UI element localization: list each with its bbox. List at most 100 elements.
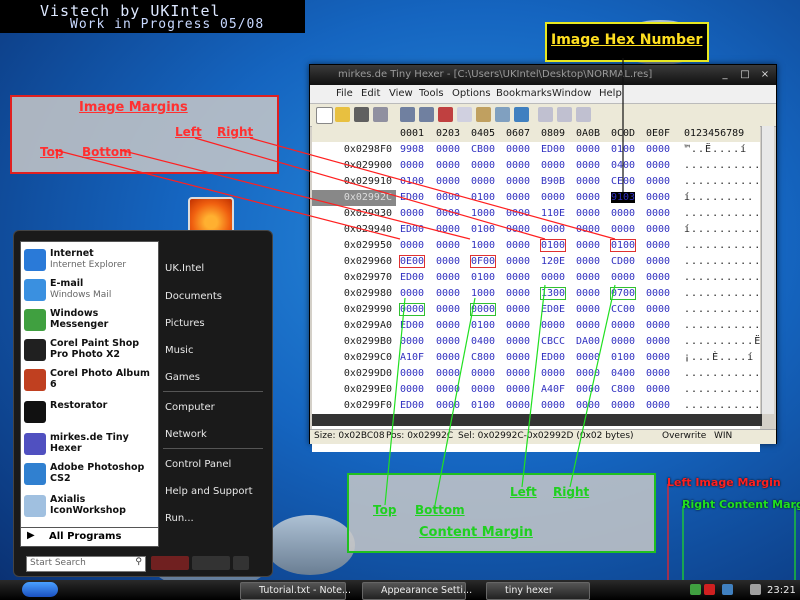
security-icon[interactable] xyxy=(704,584,715,595)
menu-run[interactable]: Run... xyxy=(165,513,194,524)
hex-cell[interactable]: 0000 xyxy=(400,288,424,299)
hex-cell[interactable]: 0100 xyxy=(471,272,495,283)
hex-cell[interactable]: 0000 xyxy=(506,352,530,363)
hex-cell[interactable]: ED00 xyxy=(400,400,424,411)
hex-cell[interactable]: 0000 xyxy=(646,320,670,331)
hex-cell[interactable]: 0000 xyxy=(576,400,600,411)
hex-cell[interactable]: 0000 xyxy=(506,384,530,395)
hex-cell[interactable]: 0000 xyxy=(506,320,530,331)
hex-cell[interactable]: 0000 xyxy=(506,144,530,155)
hex-cell[interactable]: 0000 xyxy=(506,336,530,347)
menu-network[interactable]: Network xyxy=(165,429,207,440)
hex-cell[interactable]: DA00 xyxy=(576,336,600,347)
pinned-program-item[interactable]: Adobe Photoshop CS2 xyxy=(21,460,158,488)
hex-cell[interactable]: 0000 xyxy=(611,272,635,283)
hex-cell[interactable]: 0000 xyxy=(541,224,565,235)
pinned-program-item[interactable]: Axialis IconWorkshop xyxy=(21,492,158,520)
table-row[interactable]: 0x0299B0 0000 0000 0400 0000 CBCC DA00 0000 0000… xyxy=(312,334,760,350)
volume-icon[interactable] xyxy=(750,584,761,595)
hex-cell[interactable]: 0000 xyxy=(436,240,460,251)
hex-cell[interactable]: A10F xyxy=(400,352,424,363)
menu-pictures[interactable]: Pictures xyxy=(165,318,205,329)
hex-cell[interactable]: 0100 xyxy=(471,192,495,203)
table-row[interactable]: 0x0299E0 0000 0000 0000 0000 A40F 0000 C800 0000… xyxy=(312,382,760,398)
cut-icon[interactable] xyxy=(438,107,453,122)
hex-cell[interactable]: 0000 xyxy=(646,256,670,267)
hex-cell[interactable]: 0000 xyxy=(541,368,565,379)
table-row[interactable]: 0x0299F0 ED00 0000 0100 0000 0000 0000 0000 0000… xyxy=(312,398,760,414)
hex-cell[interactable]: 0000 xyxy=(471,160,495,171)
hex-cell[interactable]: 0000 xyxy=(576,352,600,363)
table-row[interactable]: 0x0299C0 A10F 0000 C800 0000 ED00 0000 0100 0000… xyxy=(312,350,760,366)
hex-cell[interactable]: 120E xyxy=(541,256,565,267)
hex-cell[interactable]: 0000 xyxy=(541,400,565,411)
close-icon[interactable]: × xyxy=(756,68,774,81)
hex-cell[interactable]: 0000 xyxy=(576,320,600,331)
hex-cell[interactable]: 0000 xyxy=(436,144,460,155)
hex-cell[interactable]: 0000 xyxy=(646,176,670,187)
hex-cell[interactable]: 1300 xyxy=(539,287,567,300)
vertical-scrollbar[interactable] xyxy=(761,126,774,414)
pinned-program-item[interactable]: mirkes.de Tiny Hexer xyxy=(21,430,158,458)
hex-cell[interactable]: 0000 xyxy=(611,224,635,235)
hex-cell[interactable]: 0000 xyxy=(506,240,530,251)
horizontal-scrollbar[interactable] xyxy=(312,414,762,426)
task-notepad[interactable]: Tutorial.txt - Note... xyxy=(240,582,351,600)
hex-cell[interactable]: 0000 xyxy=(541,192,565,203)
table-row[interactable]: 0x029930 0000 0000 1000 0000 110E 0000 0000 0000… xyxy=(312,206,760,222)
hex-cell[interactable]: 1000 xyxy=(471,288,495,299)
hex-cell[interactable]: 0000 xyxy=(436,192,460,203)
save-icon[interactable] xyxy=(354,107,369,122)
hex-cell[interactable]: 0000 xyxy=(576,176,600,187)
hex-cell[interactable]: CB00 xyxy=(471,144,495,155)
menu-games[interactable]: Games xyxy=(165,372,200,383)
undo-icon[interactable] xyxy=(400,107,415,122)
table-row[interactable]: 0x02992C ED00 0000 0100 0000 0000 0000 9103 0000… xyxy=(312,190,760,206)
print-icon[interactable] xyxy=(373,107,388,122)
menu-music[interactable]: Music xyxy=(165,345,193,356)
pinned-program-item[interactable]: Internet Internet Explorer xyxy=(21,246,158,274)
hex-cell[interactable]: 0000 xyxy=(576,304,600,315)
hex-cell[interactable]: ED00 xyxy=(541,144,565,155)
view-icon[interactable] xyxy=(538,107,553,122)
hex-cell[interactable]: 0000 xyxy=(400,336,424,347)
hex-cell[interactable]: 0100 xyxy=(609,239,637,252)
hex-cell[interactable]: 0000 xyxy=(506,272,530,283)
hex-cell[interactable]: 0000 xyxy=(436,224,460,235)
menu-documents[interactable]: Documents xyxy=(165,291,222,302)
hex-cell[interactable]: 0000 xyxy=(611,320,635,331)
hex-cell[interactable]: 0000 xyxy=(576,384,600,395)
hex-cell[interactable]: ED0E xyxy=(541,304,565,315)
hex-cell[interactable]: 0000 xyxy=(471,368,495,379)
hex-cell[interactable]: 0000 xyxy=(436,256,460,267)
table-row[interactable]: 0x029970 ED00 0000 0100 0000 0000 0000 0000 0000… xyxy=(312,270,760,286)
hex-cell[interactable]: 0100 xyxy=(611,352,635,363)
table-row[interactable]: 0x029960 0E00 0000 0F00 0000 120E 0000 CD00 0000… xyxy=(312,254,760,270)
hex-cell[interactable]: 0000 xyxy=(471,384,495,395)
hex-cell[interactable]: 9103 xyxy=(611,192,636,203)
hex-cell[interactable]: 0000 xyxy=(541,160,565,171)
lock-button[interactable] xyxy=(192,556,230,570)
pinned-program-item[interactable]: Corel Paint Shop Pro Photo X2 xyxy=(21,336,158,364)
hex-cell[interactable]: 0000 xyxy=(436,272,460,283)
hex-cell[interactable]: CBCC xyxy=(541,336,565,347)
hex-cell[interactable]: 0E00 xyxy=(398,255,426,268)
minimize-icon[interactable]: _ xyxy=(716,68,734,81)
hex-cell[interactable]: A40F xyxy=(541,384,565,395)
hex-cell[interactable]: 0000 xyxy=(646,288,670,299)
hexer-titlebar[interactable]: mirkes.de Tiny Hexer - [C:\Users\UKIntel… xyxy=(310,65,776,85)
hex-cell[interactable]: 0000 xyxy=(646,192,670,203)
arrow-button[interactable] xyxy=(233,556,249,570)
goto-icon[interactable] xyxy=(514,107,529,122)
hex-cell[interactable]: 0000 xyxy=(506,256,530,267)
clock[interactable]: 23:21 xyxy=(767,585,796,596)
hex-cell[interactable]: 0100 xyxy=(471,224,495,235)
hex-cell[interactable]: 0000 xyxy=(506,224,530,235)
menu-bookmarks[interactable]: Bookmarks xyxy=(496,88,552,99)
hex-cell[interactable]: 0000 xyxy=(646,224,670,235)
table-row[interactable]: 0x029940 ED00 0000 0100 0000 0000 0000 0000 0000… xyxy=(312,222,760,238)
hex-cell[interactable]: ED00 xyxy=(400,192,424,203)
hex-cell[interactable]: 0000 xyxy=(646,304,670,315)
hex-cell[interactable]: 0000 xyxy=(576,272,600,283)
maximize-icon[interactable]: □ xyxy=(736,68,754,81)
